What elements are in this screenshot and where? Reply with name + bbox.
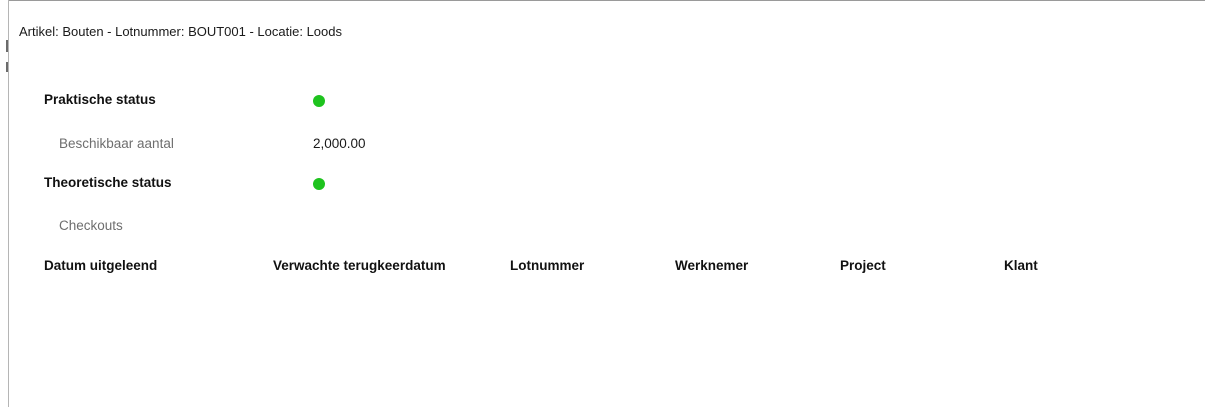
checkouts-row: Checkouts — [0, 218, 1205, 238]
checkouts-table-header: Datum uitgeleend Verwachte terugkeerdatu… — [0, 258, 1205, 278]
left-tick-mark — [6, 40, 8, 52]
left-tick-mark — [6, 62, 8, 72]
practical-status-row: Praktische status — [0, 92, 1205, 112]
checkouts-label: Checkouts — [59, 218, 123, 233]
available-quantity-value: 2,000.00 — [313, 136, 366, 151]
column-header-customer[interactable]: Klant — [1004, 258, 1038, 273]
practical-status-indicator-icon — [313, 95, 325, 107]
checkouts-table-body — [9, 282, 1205, 407]
practical-status-label: Praktische status — [44, 92, 156, 107]
column-header-expected-return-date[interactable]: Verwachte terugkeerdatum — [273, 258, 446, 273]
theoretical-status-indicator-icon — [313, 178, 325, 190]
column-header-lot-number[interactable]: Lotnummer — [510, 258, 584, 273]
column-header-employee[interactable]: Werknemer — [675, 258, 748, 273]
available-quantity-label: Beschikbaar aantal — [59, 136, 174, 151]
theoretical-status-row: Theoretische status — [0, 175, 1205, 195]
column-header-project[interactable]: Project — [840, 258, 886, 273]
theoretical-status-label: Theoretische status — [44, 175, 172, 190]
column-header-loan-date[interactable]: Datum uitgeleend — [44, 258, 157, 273]
available-quantity-row: Beschikbaar aantal 2,000.00 — [0, 136, 1205, 156]
top-border — [8, 0, 1205, 1]
article-header: Artikel: Bouten - Lotnummer: BOUT001 - L… — [19, 24, 342, 39]
